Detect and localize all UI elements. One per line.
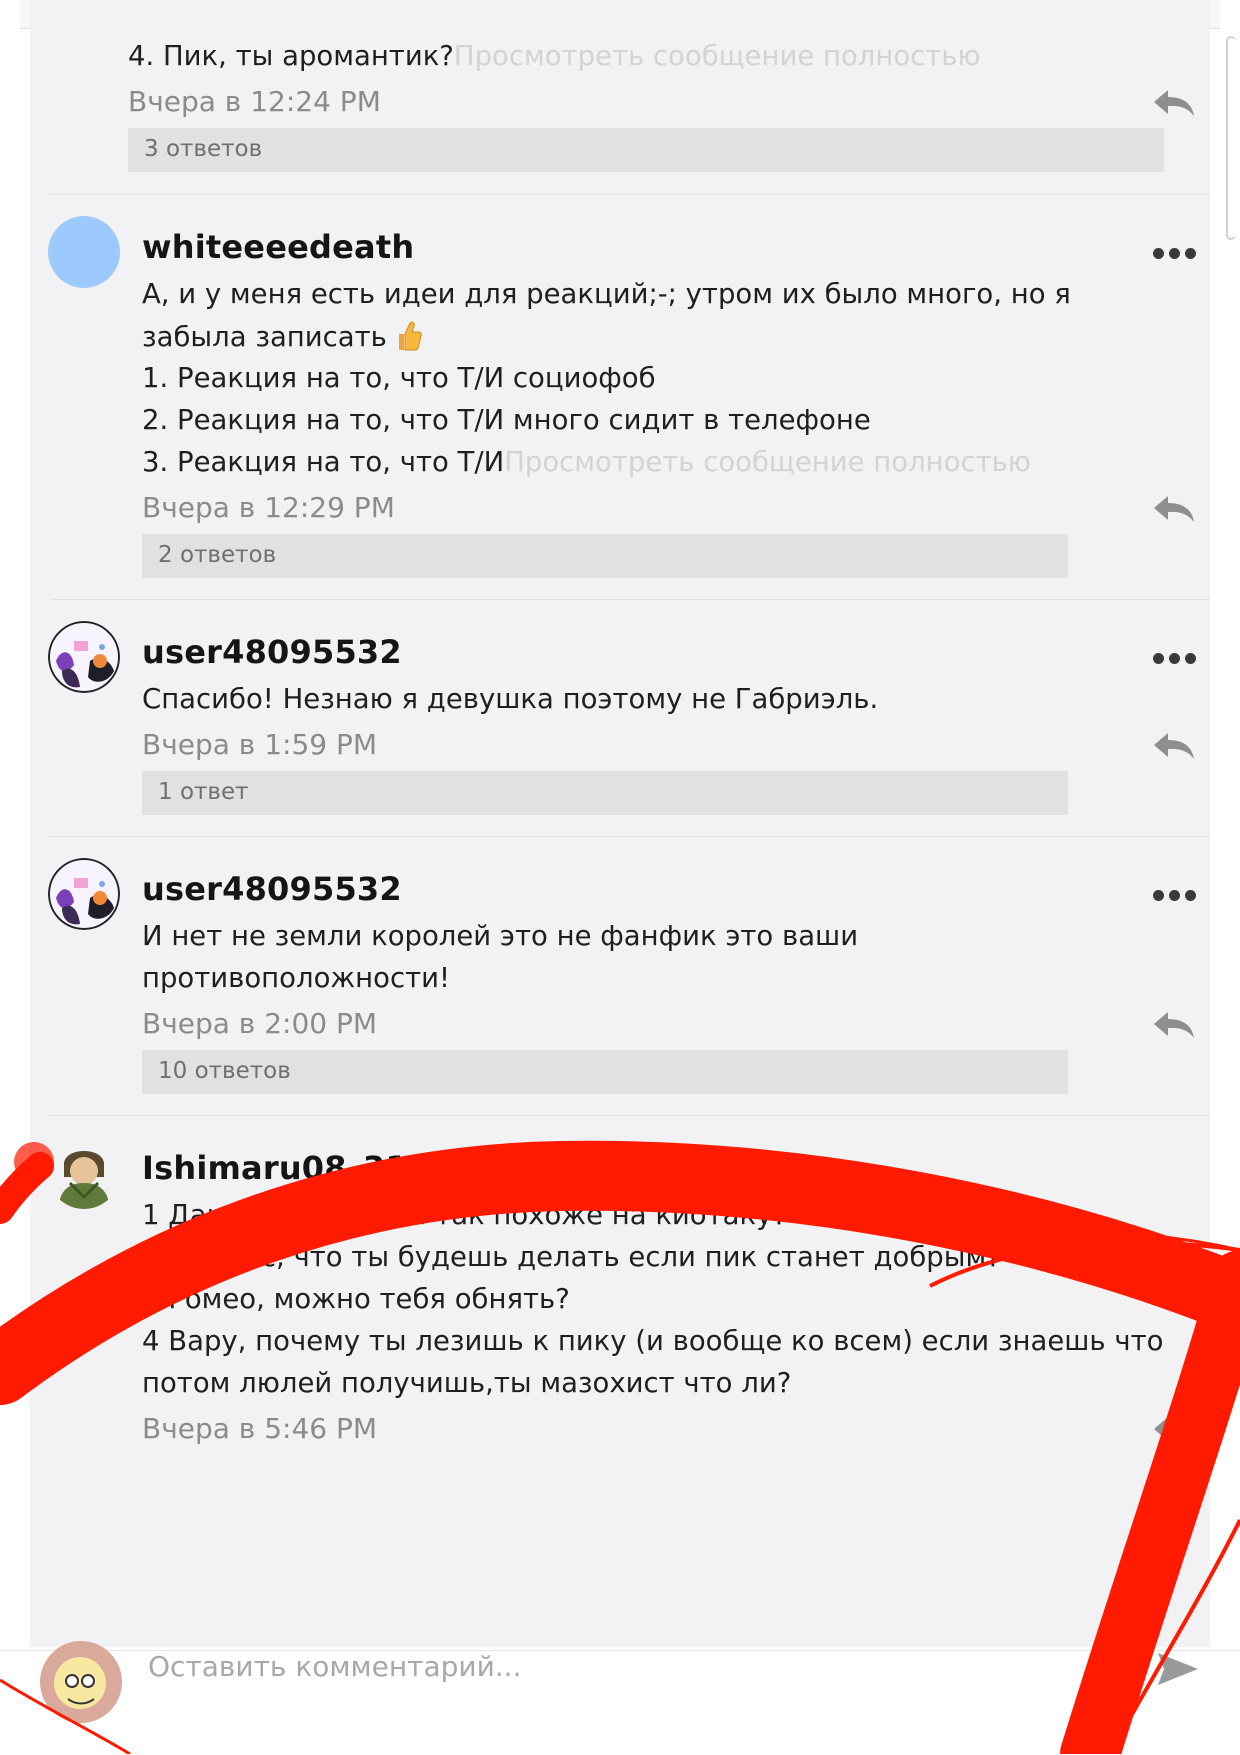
reply-arrow-icon[interactable] <box>1152 1415 1196 1445</box>
more-options-button[interactable] <box>1148 637 1196 672</box>
comment-text-line: потом люлей получишь,ты мазохист что ли? <box>142 1367 792 1399</box>
replies-count: 10 ответов <box>158 1058 291 1084</box>
comment-text-line: забыла записать <box>142 320 422 353</box>
replies-count: 1 ответ <box>158 779 249 805</box>
comment-text-line: 4 Вару, почему ты лезишь к пику (и вообщ… <box>142 1325 1164 1357</box>
comment-text-line: 3. Реакция на то, что Т/ИПросмотреть соо… <box>142 446 1031 478</box>
reply-arrow-icon[interactable] <box>1152 731 1196 761</box>
comment-timestamp: Вчера в 5:46 PM <box>142 1412 378 1445</box>
comment-username[interactable]: whiteeeedeath <box>142 228 414 266</box>
avatar-image <box>48 621 120 693</box>
comment-timestamp: Вчера в 12:24 PM <box>128 85 381 118</box>
comment-text-line: 3 Ромео, можно тебя обнять? <box>142 1283 570 1315</box>
comment-text-line: Спасибо! Незнаю я девушка поэтому не Габ… <box>142 683 879 715</box>
avatar-image <box>40 1641 122 1723</box>
more-options-button[interactable] <box>1148 232 1196 267</box>
replies-bar[interactable]: 10 ответов <box>142 1050 1068 1094</box>
replies-count: 2 ответов <box>158 542 277 568</box>
replies-bar[interactable]: 2 ответов <box>142 534 1068 578</box>
divider <box>50 1115 1210 1116</box>
avatar[interactable] <box>48 1137 120 1209</box>
comment-username[interactable]: user48095532 <box>142 870 402 908</box>
comment-text-line: 1. Реакция на то, что Т/И социофоб <box>142 362 656 394</box>
replies-bar[interactable]: 1 ответ <box>142 771 1068 815</box>
comment-text-line: 4. Пик, ты аромантик?Просмотреть сообщен… <box>128 40 981 72</box>
comment-text-line: 1 Данте, почему ты так похоже на киотаку… <box>142 1199 787 1231</box>
more-dots-icon <box>1153 248 1164 259</box>
avatar-image <box>48 1137 120 1209</box>
divider <box>50 836 1210 837</box>
replies-count: 3 ответов <box>144 136 263 162</box>
avatar[interactable] <box>48 216 120 288</box>
send-icon[interactable] <box>1156 1649 1200 1689</box>
avatar-image <box>48 858 120 930</box>
avatar[interactable] <box>48 858 120 930</box>
reply-arrow-icon[interactable] <box>1152 88 1196 118</box>
more-dots-icon <box>1153 890 1164 901</box>
read-more-link[interactable]: Просмотреть сообщение полностью <box>454 40 981 72</box>
read-more-link[interactable]: Просмотреть сообщение полностью <box>504 446 1031 478</box>
comment-text-line: А, и у меня есть идеи для реакций;-; утр… <box>142 278 1071 310</box>
comment-text-line: 2. Реакция на то, что Т/И много сидит в … <box>142 404 871 436</box>
thumbs-up-emoji-icon <box>398 321 422 351</box>
more-options-button[interactable] <box>1148 874 1196 909</box>
avatar[interactable] <box>48 621 120 693</box>
more-dots-icon <box>1153 653 1164 664</box>
comment-username[interactable]: Ishimaru08_31 <box>142 1149 408 1187</box>
comment-input[interactable] <box>146 1643 1050 1689</box>
comment-timestamp: Вчера в 12:29 PM <box>142 491 395 524</box>
current-user-avatar[interactable] <box>40 1641 122 1723</box>
reply-arrow-icon[interactable] <box>1152 494 1196 524</box>
replies-bar[interactable]: 3 ответов <box>128 128 1164 172</box>
comment-timestamp: Вчера в 2:00 PM <box>142 1007 378 1040</box>
divider <box>50 194 1210 195</box>
comment-text-line: И нет не земли королей это не фанфик это… <box>142 920 859 952</box>
reply-arrow-icon[interactable] <box>1152 1010 1196 1040</box>
comment-username[interactable]: user48095532 <box>142 633 402 671</box>
comment-timestamp: Вчера в 1:59 PM <box>142 728 378 761</box>
scroll-indicator[interactable] <box>1226 36 1236 240</box>
comment-input-bar <box>0 1641 1240 1755</box>
comment-text-line: противоположности! <box>142 962 451 994</box>
comment-text-line: 2 Феликс, что ты будешь делать если пик … <box>142 1241 1001 1273</box>
divider <box>50 599 1210 600</box>
